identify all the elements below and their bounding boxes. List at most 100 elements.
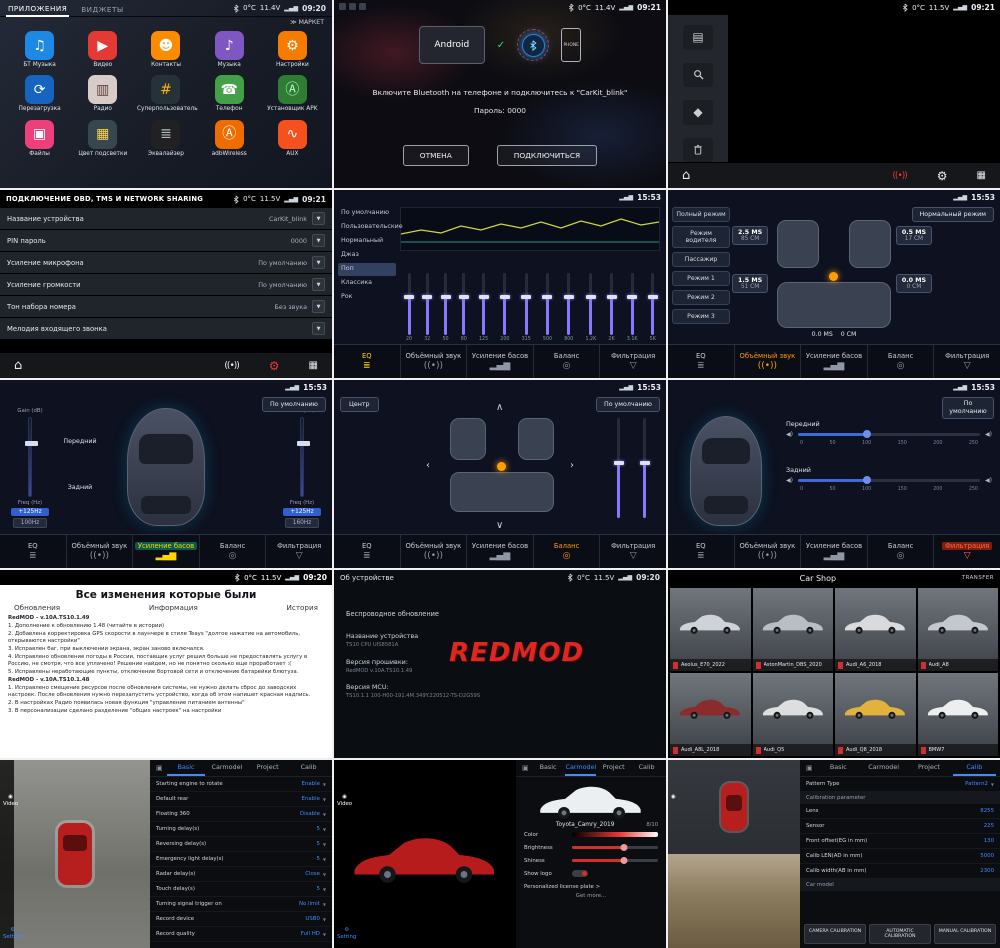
- slider-knob[interactable]: [25, 441, 38, 446]
- parameter-row[interactable]: Sensor 225: [800, 819, 1000, 834]
- brush-icon[interactable]: ◆: [683, 100, 713, 125]
- app-shortcut[interactable]: ♫ БТ Музыка: [8, 31, 71, 68]
- rear-bench[interactable]: [777, 282, 891, 328]
- eq-preset-item[interactable]: По умолчанию: [338, 207, 396, 220]
- setting-value[interactable]: No limit▼: [299, 901, 326, 907]
- slider-knob[interactable]: [441, 295, 451, 299]
- settings-tab[interactable]: Basic: [533, 760, 564, 776]
- settings-row[interactable]: Radar delay(s) Close▼: [150, 867, 332, 882]
- dropdown-icon[interactable]: ▼: [312, 212, 325, 225]
- listening-mode-button[interactable]: Полный режим: [672, 207, 730, 222]
- section-car-model[interactable]: Car model: [800, 879, 1000, 891]
- slider-knob[interactable]: [627, 295, 637, 299]
- eq-band-slider[interactable]: [546, 273, 549, 335]
- slider-knob[interactable]: [863, 476, 871, 484]
- passenger-seat[interactable]: [849, 220, 891, 268]
- default-button[interactable]: По умолчанию: [596, 397, 660, 412]
- settings-row[interactable]: Тон набора номера Без звука ▼: [0, 296, 332, 317]
- listening-position-dot[interactable]: [829, 272, 838, 281]
- rear-bench[interactable]: [450, 472, 554, 512]
- tab-history[interactable]: История: [287, 603, 318, 612]
- home-icon[interactable]: ⌂: [14, 358, 22, 373]
- audio-tab[interactable]: Объёмный звук ((•)): [401, 345, 468, 378]
- settings-tab[interactable]: Basic: [817, 760, 860, 776]
- eq-band-slider[interactable]: [444, 273, 447, 335]
- audio-tab[interactable]: Баланс ◎: [534, 345, 601, 378]
- slider-knob[interactable]: [521, 295, 531, 299]
- settings-tab[interactable]: Calib: [953, 760, 996, 776]
- eq-preset-item[interactable]: Поп: [338, 263, 396, 276]
- transfer-button[interactable]: TRANSFER: [962, 575, 994, 581]
- app-shortcut[interactable]: ⚙ Настройки: [261, 31, 324, 68]
- audio-tab[interactable]: Баланс ◎: [200, 535, 267, 568]
- setting-button[interactable]: ⚙ Setting: [3, 927, 22, 940]
- gear-icon[interactable]: ⚙: [937, 169, 947, 183]
- audio-tab[interactable]: Усиление басов ▂▄▆: [801, 345, 868, 378]
- front-filter-slider[interactable]: [798, 433, 980, 436]
- settings-row[interactable]: Мелодия входящего звонка ▼: [0, 318, 332, 339]
- audio-tab[interactable]: EQ ≣: [0, 535, 67, 568]
- eq-band-slider[interactable]: [408, 273, 411, 335]
- settings-tab[interactable]: Carmodel: [207, 760, 246, 776]
- setting-value[interactable]: Enable▼: [302, 796, 326, 802]
- rear-filter-slider[interactable]: [798, 479, 980, 482]
- eq-preset-item[interactable]: Рок: [338, 291, 396, 304]
- app-shortcut[interactable]: ∿ AUX: [261, 120, 324, 157]
- app-shortcut[interactable]: # Суперпользователь: [134, 75, 197, 112]
- slider-knob[interactable]: [607, 295, 617, 299]
- arrow-right-icon[interactable]: ›: [570, 460, 574, 471]
- normal-mode-button[interactable]: Нормальный режим: [912, 207, 995, 222]
- gain-slider[interactable]: [300, 417, 304, 497]
- eq-band-slider[interactable]: [567, 273, 570, 335]
- setting-value[interactable]: 5▼: [316, 826, 326, 832]
- setting-value[interactable]: 5▼: [316, 856, 326, 862]
- app-shortcut[interactable]: ▶ Видео: [71, 31, 134, 68]
- parameter-row[interactable]: Calib width(AB in mm) 2300: [800, 864, 1000, 879]
- eq-preset-item[interactable]: Нормальный: [338, 235, 396, 248]
- audio-tab[interactable]: Баланс ◎: [868, 345, 935, 378]
- color-slider[interactable]: [572, 832, 658, 837]
- car-card[interactable]: Audi_A6_2018: [835, 588, 916, 671]
- setting-value[interactable]: Close▼: [305, 871, 326, 877]
- car-card[interactable]: Audi_Q5: [753, 673, 834, 756]
- parameter-row[interactable]: Calib LEN(AD in mm) 5000: [800, 849, 1000, 864]
- eq-preset-item[interactable]: Пользовательские: [338, 221, 396, 234]
- parameter-row[interactable]: Front offset(EG in mm) 130: [800, 834, 1000, 849]
- app-shortcut[interactable]: ☻ Контакты: [134, 31, 197, 68]
- freq-chip[interactable]: 100Hz: [13, 518, 47, 528]
- slider-knob[interactable]: [459, 295, 469, 299]
- listening-mode-button[interactable]: Режим 1: [672, 271, 730, 286]
- app-shortcut[interactable]: ▦ Цвет подсветки: [71, 120, 134, 157]
- settings-row[interactable]: Record quality Full HD▼: [150, 927, 332, 942]
- tab-information[interactable]: Информация: [149, 603, 198, 612]
- setting-value[interactable]: 5▼: [316, 841, 326, 847]
- car-card[interactable]: Audi_A8: [918, 588, 999, 671]
- settings-tab[interactable]: Project: [907, 760, 950, 776]
- settings-row[interactable]: Усиление микрофона По умолчанию ▼: [0, 252, 332, 273]
- slider-knob[interactable]: [297, 441, 310, 446]
- parameter-row[interactable]: Lens 8255: [800, 804, 1000, 819]
- shiness-slider[interactable]: [572, 859, 658, 862]
- slider-knob[interactable]: [422, 295, 432, 299]
- search-icon[interactable]: [683, 63, 713, 88]
- default-button[interactable]: По умолчанию: [262, 397, 326, 412]
- slider-knob[interactable]: [542, 295, 552, 299]
- section-calibration-parameter[interactable]: Calibration parameter: [800, 792, 1000, 804]
- setting-button[interactable]: ⚙ Setting: [337, 927, 356, 940]
- audio-tab[interactable]: Усиление басов ▂▄▆: [467, 345, 534, 378]
- broadcast-icon[interactable]: ((•)): [892, 171, 906, 181]
- audio-tab[interactable]: Фильтрация ▽: [934, 345, 1000, 378]
- tab-widgets[interactable]: ВИДЖЕТЫ: [79, 1, 125, 16]
- settings-row[interactable]: PIN пароль 0000 ▼: [0, 230, 332, 251]
- car-card[interactable]: Audi_A8L_2018: [670, 673, 751, 756]
- settings-tab[interactable]: Carmodel: [565, 760, 596, 776]
- settings-row[interactable]: Touch delay(s) 5▼: [150, 882, 332, 897]
- grid-icon[interactable]: ▦: [309, 360, 318, 371]
- broadcast-icon[interactable]: ((•)): [224, 361, 238, 371]
- audio-tab[interactable]: Фильтрация ▽: [600, 345, 666, 378]
- brightness-slider[interactable]: [572, 846, 658, 849]
- settings-tab[interactable]: Carmodel: [862, 760, 905, 776]
- app-shortcut[interactable]: ♪ Музыка: [198, 31, 261, 68]
- setting-value[interactable]: Full HD▼: [301, 931, 326, 937]
- tab-updates[interactable]: Обновления: [14, 603, 60, 612]
